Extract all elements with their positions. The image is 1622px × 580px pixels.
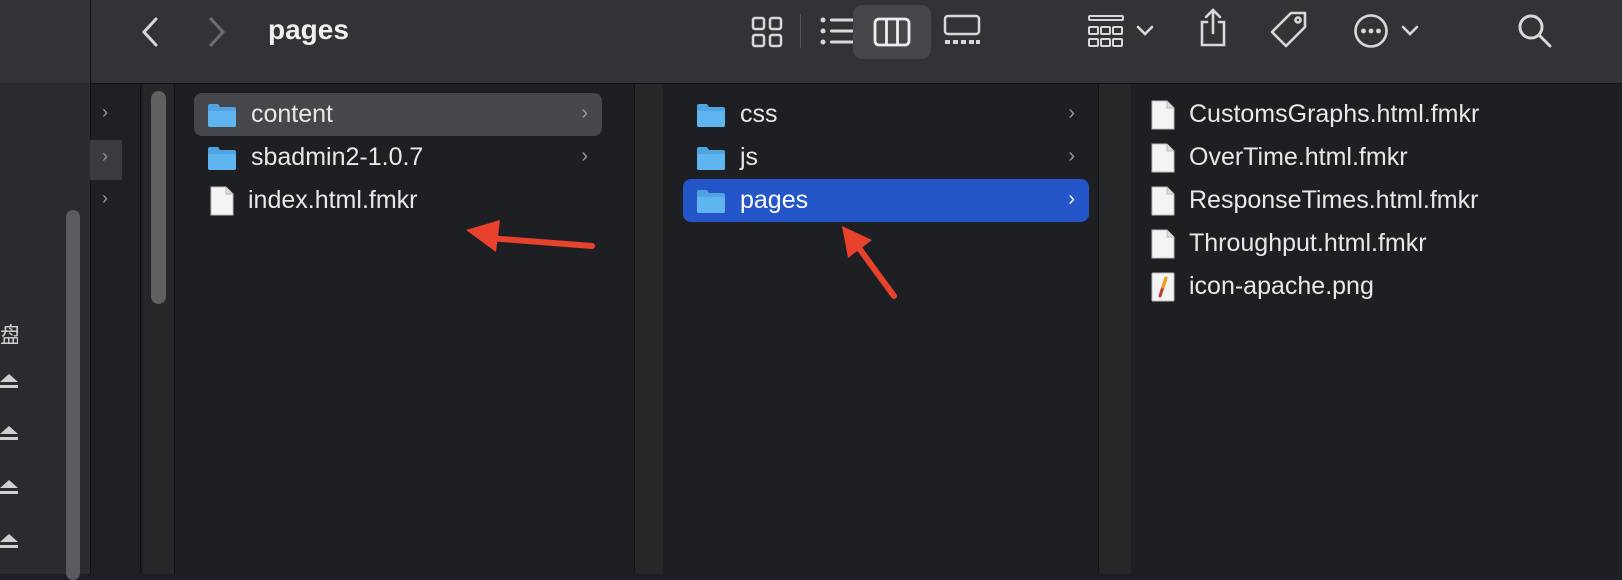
document-icon xyxy=(1151,100,1175,129)
document-icon xyxy=(1151,229,1175,258)
document-icon xyxy=(1151,143,1175,172)
item-label: content xyxy=(251,100,334,128)
list-item-file[interactable]: ResponseTimes.html.fmkr xyxy=(1151,179,1611,222)
list-item-file[interactable]: Throughput.html.fmkr xyxy=(1151,222,1611,265)
column-view-button[interactable] xyxy=(853,5,931,59)
chevron-right-icon[interactable]: › xyxy=(102,102,108,123)
column-2: css › js › pages › xyxy=(663,84,1099,574)
chevron-right-icon: › xyxy=(1068,188,1075,210)
document-icon xyxy=(210,186,234,215)
sidebar-scrollbar[interactable] xyxy=(66,210,80,580)
chevron-right-icon[interactable]: › xyxy=(102,146,108,167)
group-icon[interactable] xyxy=(1088,14,1124,48)
chevron-right-icon: › xyxy=(581,102,588,124)
chevron-right-icon[interactable]: › xyxy=(102,188,108,209)
item-label: js xyxy=(740,143,759,171)
gallery-view-icon[interactable] xyxy=(943,14,981,46)
toolbar-separator xyxy=(800,14,801,48)
item-label: ResponseTimes.html.fmkr xyxy=(1189,186,1479,214)
list-item-file[interactable]: CustomsGraphs.html.fmkr xyxy=(1151,93,1611,136)
tag-icon[interactable] xyxy=(1269,10,1309,50)
list-item-folder[interactable]: content › xyxy=(194,93,602,136)
toolbar: pages xyxy=(91,0,1622,84)
folder-icon xyxy=(697,189,725,213)
icon-view-icon[interactable] xyxy=(751,16,783,48)
column-divider[interactable] xyxy=(1098,84,1131,574)
share-icon[interactable] xyxy=(1197,8,1229,48)
folder-icon xyxy=(697,103,725,127)
list-item-file[interactable]: index.html.fmkr xyxy=(194,179,602,222)
list-item-folder[interactable]: css › xyxy=(683,93,1089,136)
sidebar-titlebar xyxy=(0,0,90,83)
list-item-folder[interactable]: js › xyxy=(683,136,1089,179)
chevron-right-icon: › xyxy=(1068,102,1075,124)
sidebar-item-text[interactable]: 盘 xyxy=(0,318,18,350)
chevron-down-icon[interactable] xyxy=(1401,24,1419,38)
document-icon xyxy=(1151,186,1175,215)
list-item-file[interactable]: OverTime.html.fmkr xyxy=(1151,136,1611,179)
folder-icon xyxy=(697,146,725,170)
eject-icon[interactable] xyxy=(0,372,18,390)
chevron-right-icon: › xyxy=(581,145,588,167)
item-label: CustomsGraphs.html.fmkr xyxy=(1189,100,1480,128)
item-label: sbadmin2-1.0.7 xyxy=(251,143,424,171)
column-1: content › sbadmin2-1.0.7 › index.html.fm… xyxy=(175,84,635,574)
folder-icon xyxy=(208,146,236,170)
item-label: index.html.fmkr xyxy=(248,186,418,214)
column-3: CustomsGraphs.html.fmkr OverTime.html.fm… xyxy=(1131,84,1622,574)
chevron-down-icon[interactable] xyxy=(1136,24,1154,38)
image-file-icon xyxy=(1151,272,1175,301)
list-item-folder[interactable]: pages › xyxy=(683,179,1089,222)
window-title: pages xyxy=(268,14,349,45)
back-chevron-icon[interactable] xyxy=(139,16,161,48)
folder-icon xyxy=(208,103,236,127)
item-label: Throughput.html.fmkr xyxy=(1189,229,1427,257)
list-view-icon[interactable] xyxy=(819,16,855,46)
item-label: css xyxy=(740,100,778,128)
chevron-right-icon: › xyxy=(1068,145,1075,167)
eject-icon[interactable] xyxy=(0,478,18,496)
eject-icon[interactable] xyxy=(0,532,18,550)
list-item-folder[interactable]: sbadmin2-1.0.7 › xyxy=(194,136,602,179)
forward-chevron-icon[interactable] xyxy=(206,16,228,48)
item-label: OverTime.html.fmkr xyxy=(1189,143,1408,171)
column-divider[interactable] xyxy=(634,84,664,574)
column-scrollbar[interactable] xyxy=(151,91,166,304)
eject-icon[interactable] xyxy=(0,424,18,442)
column-view-icon xyxy=(873,17,911,47)
item-label: icon-apache.png xyxy=(1189,272,1374,300)
list-item-file[interactable]: icon-apache.png xyxy=(1151,265,1611,308)
item-label: pages xyxy=(740,186,809,214)
more-icon[interactable] xyxy=(1353,13,1389,49)
search-icon[interactable] xyxy=(1517,13,1553,49)
